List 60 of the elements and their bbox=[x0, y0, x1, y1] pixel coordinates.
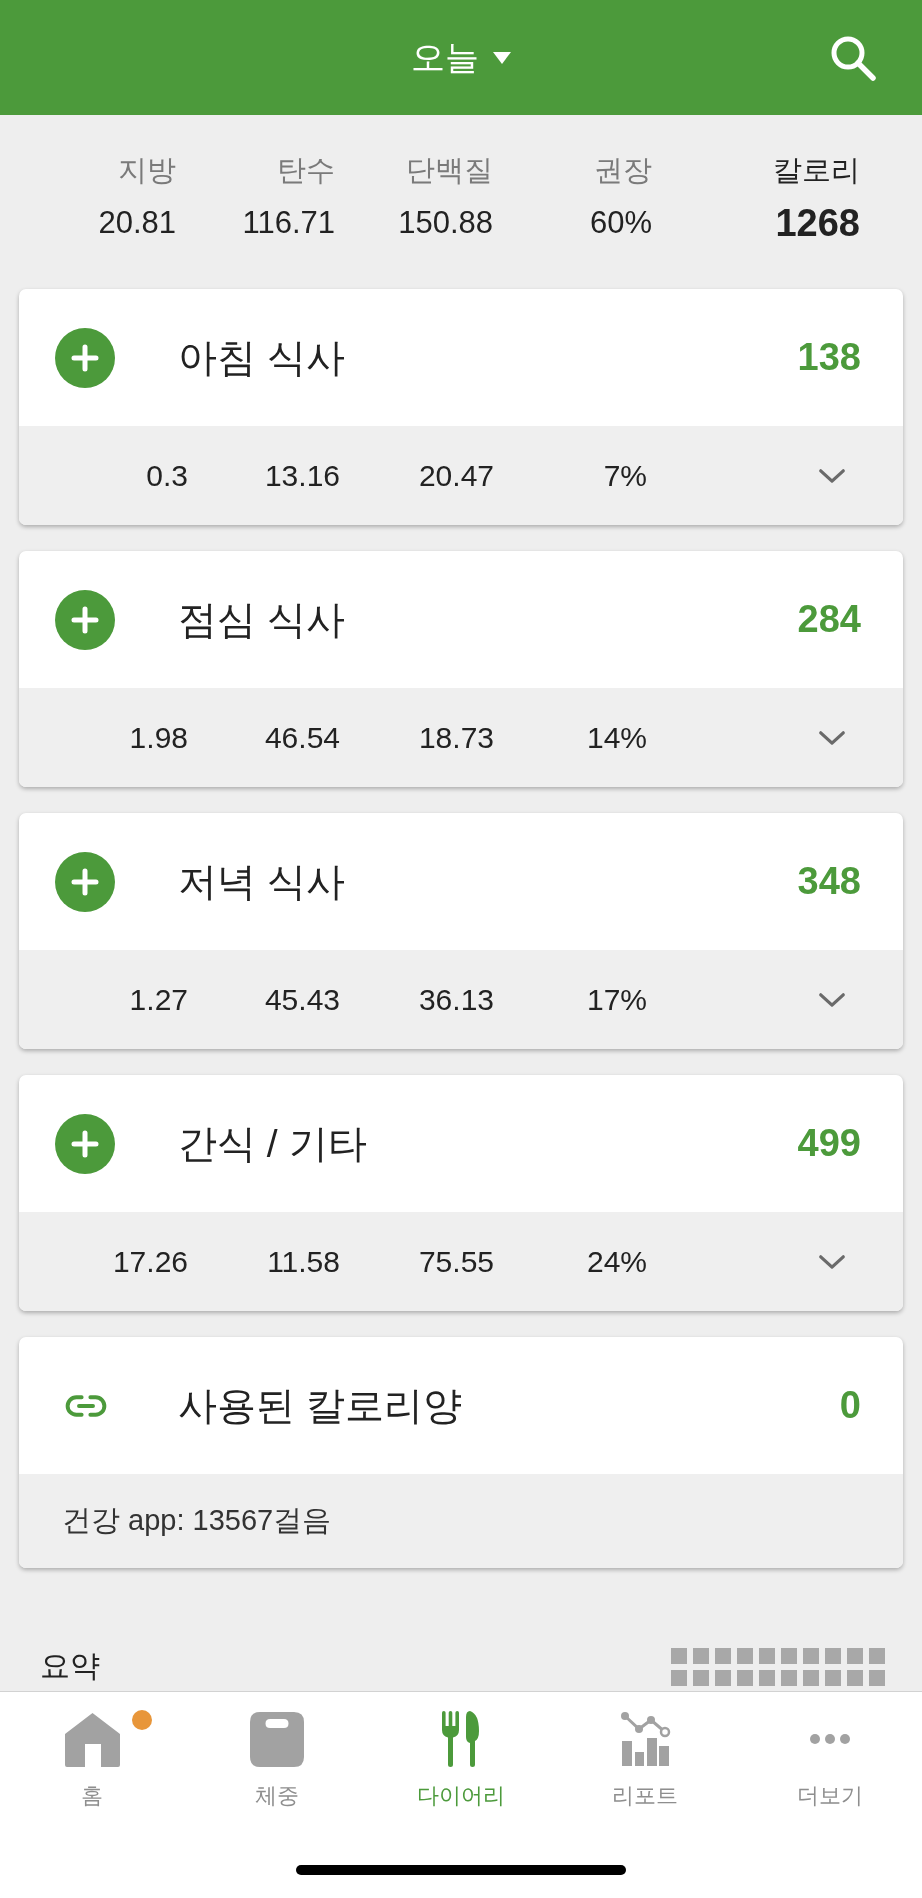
nutrient-value: 11.58 bbox=[267, 1244, 340, 1279]
nutrient-value: 1.98 bbox=[129, 720, 188, 755]
chevron-down-icon[interactable] bbox=[817, 466, 847, 485]
section-title: 요약 bbox=[40, 1648, 100, 1684]
scale-icon bbox=[249, 1711, 304, 1767]
calorie-total: 1268 bbox=[775, 203, 860, 243]
plus-icon[interactable] bbox=[55, 1113, 115, 1174]
calorie-label: 칼로리 bbox=[773, 153, 860, 187]
nutrient-value: 45.43 bbox=[264, 982, 340, 1017]
meal-title: 저녁 식사 bbox=[178, 858, 345, 905]
nutrient-value: 14% bbox=[586, 720, 647, 755]
nutrient-label: 권장 bbox=[594, 153, 652, 187]
meal-title: 간식 / 기타 bbox=[178, 1120, 367, 1167]
nutrient-value: 36.13 bbox=[418, 982, 494, 1017]
nutrient-value: 1.27 bbox=[129, 982, 188, 1017]
nutrient-value: 20.81 bbox=[98, 204, 176, 242]
steps-note: 건강 app: 13567걸음 bbox=[62, 1503, 332, 1538]
nutrient-label: 탄수 bbox=[277, 153, 335, 187]
activity-title: 사용된 칼로리양 bbox=[178, 1382, 462, 1429]
chevron-down-icon[interactable] bbox=[817, 990, 847, 1009]
meal-calories: 348 bbox=[797, 860, 861, 903]
more-icon bbox=[809, 1734, 850, 1744]
plus-icon[interactable] bbox=[55, 851, 115, 912]
chevron-down-icon[interactable] bbox=[817, 1252, 847, 1271]
nutrient-value: 75.55 bbox=[418, 1244, 494, 1279]
activity-calories: 0 bbox=[839, 1384, 861, 1427]
fork-knife-icon bbox=[442, 1711, 480, 1767]
nutrient-value: 46.54 bbox=[264, 720, 340, 755]
date-dropdown[interactable]: 오늘 bbox=[403, 28, 519, 87]
nutrient-value: 116.71 bbox=[242, 204, 335, 242]
meal-title: 점심 식사 bbox=[178, 596, 345, 643]
nutrient-value: 0.3 bbox=[146, 458, 188, 493]
nutrient-label: 단백질 bbox=[406, 153, 493, 187]
tab-bar-item[interactable]: 더보기 bbox=[788, 1711, 871, 1809]
tab-bar-item[interactable]: 리포트 bbox=[604, 1711, 687, 1809]
nutrient-value: 60% bbox=[589, 204, 652, 242]
nutrient-label: 지방 bbox=[118, 153, 176, 187]
nutrient-value: 17.26 bbox=[112, 1244, 188, 1279]
grid-icon[interactable] bbox=[671, 1648, 885, 1686]
tab-bar-item[interactable]: 홈 bbox=[56, 1711, 128, 1809]
nutrient-value: 150.88 bbox=[398, 204, 493, 242]
meal-calories: 138 bbox=[797, 336, 861, 379]
tab-bar-item[interactable]: 체중 bbox=[241, 1711, 312, 1809]
nutrient-value: 20.47 bbox=[418, 458, 494, 493]
meal-calories: 499 bbox=[797, 1122, 861, 1165]
search-icon[interactable] bbox=[830, 34, 876, 81]
chevron-down-icon[interactable] bbox=[817, 728, 847, 747]
chart-icon bbox=[619, 1711, 672, 1767]
house-icon bbox=[64, 1711, 120, 1767]
nutrient-value: 24% bbox=[586, 1244, 647, 1279]
meal-title: 아침 식사 bbox=[178, 334, 345, 381]
nutrient-value: 18.73 bbox=[418, 720, 494, 755]
tab-bar-item[interactable]: 다이어리 bbox=[409, 1711, 513, 1809]
caret-down-icon bbox=[493, 51, 511, 64]
plus-icon[interactable] bbox=[55, 327, 115, 388]
nutrient-value: 13.16 bbox=[264, 458, 340, 493]
nutrient-value: 17% bbox=[586, 982, 647, 1017]
nutrient-value: 7% bbox=[603, 458, 647, 493]
meal-calories: 284 bbox=[797, 598, 861, 641]
plus-icon[interactable] bbox=[55, 589, 115, 650]
